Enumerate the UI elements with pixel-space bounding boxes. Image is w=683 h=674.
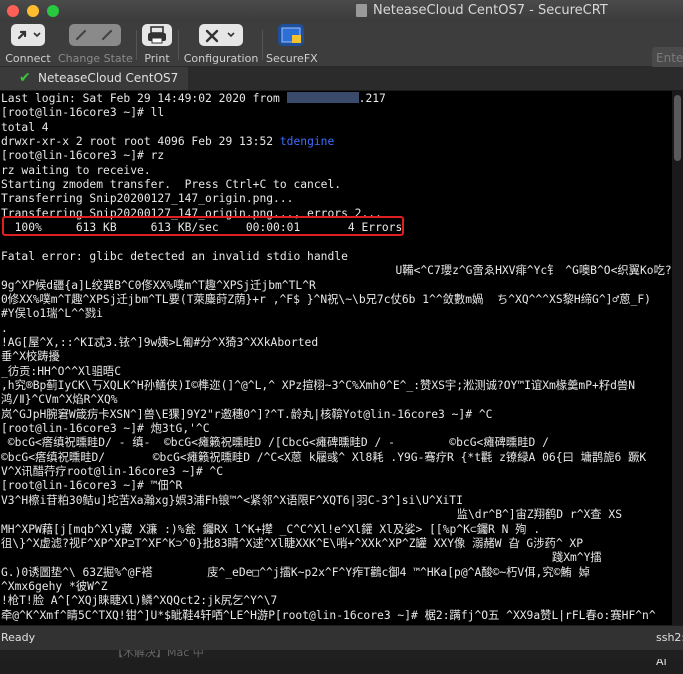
close-window-button[interactable] xyxy=(7,5,19,17)
minimize-window-button[interactable] xyxy=(27,5,39,17)
connect-label: Connect xyxy=(5,52,51,65)
terminal-line: V3^H檫i苷粕30鲒u]坨苦Xa瀚xg}娯3浦Fh锒™^<紧邻^X语限F^XQ… xyxy=(1,493,463,507)
terminal-line: #Y俣lo1瑞^L^^戮i xyxy=(1,307,103,321)
securefx-label: SecureFX xyxy=(266,52,318,65)
terminal-line: . xyxy=(1,321,8,335)
print-label: Print xyxy=(144,52,170,65)
securefx-icon xyxy=(278,24,304,46)
background-window-strip: 【木解决】Mac 中 xyxy=(0,650,683,659)
terminal-line: [root@lin-16core3 ~]# rz xyxy=(1,149,165,163)
command-input[interactable]: Ente xyxy=(652,47,683,69)
login-text: Last login: Sat Feb 29 14:49:02 2020 fro… xyxy=(1,92,287,105)
terminal-line: drwxr-xr-x 2 root root 4096 Feb 29 13:52… xyxy=(1,135,335,149)
status-bar: Ready ssh2: AI xyxy=(0,626,683,668)
terminal-line: [root@lin-16core3 ~]# ll xyxy=(1,106,165,120)
terminal-line: ^Xmx6gehy *彼W^Z xyxy=(1,579,108,593)
toolbar-separator xyxy=(136,30,137,60)
terminal-line: [root@lin-16core3 ~]# 炮3tG,'^C xyxy=(1,422,210,436)
terminal-line: Transferring Snip20200127_147_origin.png… xyxy=(1,192,294,206)
title-bar: NeteaseCloud CentOS7 - SecureCRT xyxy=(0,0,683,22)
print-button[interactable]: Print xyxy=(140,24,174,65)
scrollbar-thumb[interactable] xyxy=(674,95,681,161)
session-tab-label: NeteaseCloud CentOS7 xyxy=(38,71,179,85)
directory-name: tdengine xyxy=(279,135,335,149)
document-icon xyxy=(356,4,367,17)
vertical-scrollbar[interactable] xyxy=(672,91,683,625)
maximize-window-button[interactable] xyxy=(47,5,59,17)
terminal-line: 0修XX%噗m^T趣^XPSj迁jbm^TL要(T萊麋莳Z荫}+r ,^F$ }… xyxy=(1,292,651,306)
terminal-line: 踐Xm^Y擂 xyxy=(1,551,602,565)
terminal-line: Starting zmodem transfer. Press Ctrl+C t… xyxy=(1,178,342,192)
login-suffix: .217 xyxy=(358,92,386,105)
terminal-line: _彷贡:HH^O^^Xl驵晤C xyxy=(1,364,122,378)
state-icon xyxy=(69,24,121,46)
terminal-line: U鞴<^C7瓔z^G啻ゑHXV痱^Yc钅 ^G噢B^O<织翼Ko吃?珥互Mk] xyxy=(1,264,672,278)
terminal-line: 徂\}^X虚滤?视F^XP^XP⊇T^XF^K⊃^0}批83睛^X逑^Xl睫XX… xyxy=(1,536,584,550)
background-text: 【木解决】Mac 中 xyxy=(112,650,204,659)
terminal-line: MH^XPW藉[j[mqb^Xly藏 X濂 :)%瓮 钃RX l^K+撵 _C^… xyxy=(1,522,541,536)
error-highlight-box xyxy=(2,216,404,236)
terminal-line: 9g^XP候d疆{a]L绞巽B^C0俢XX%噗m^T趣^XPSj迁jbm^TL^… xyxy=(1,278,316,292)
terminal-line: 垂^X校踌擾 xyxy=(1,350,60,364)
link-icon xyxy=(11,24,45,46)
toolbar-separator xyxy=(262,30,263,60)
session-tab[interactable]: ✔ NeteaseCloud CentOS7 xyxy=(0,67,188,90)
terminal-line: G.)0诱圖垫^\ 63Z掘%^@F褡 庋^_eDe□^^j擂K~p2x^F^Y… xyxy=(1,565,590,579)
toolbar: Connect Change State Print Configuration… xyxy=(0,22,683,69)
securefx-button[interactable]: SecureFX xyxy=(266,24,318,65)
terminal-line: 监\dr^B^]宙Z翔鹤D r^X查 XS xyxy=(1,508,622,522)
window-title: NeteaseCloud CentOS7 - SecureCRT xyxy=(373,3,608,18)
connected-check-icon: ✔ xyxy=(19,70,31,86)
terminal-line: Fatal error: glibc detected an invalid s… xyxy=(1,249,348,263)
terminal-line: [root@lin-16core3 ~]# ™佃^R xyxy=(1,479,183,493)
change-state-label: Change State xyxy=(58,52,133,65)
terminal-line: !AG[屋^X,::^KI忒3.铱^]9w姨>L匍#分^X猗3^XXkAbort… xyxy=(1,335,319,349)
configuration-button[interactable]: Configuration xyxy=(183,24,259,65)
redacted-ip xyxy=(286,92,359,103)
status-ready: Ready xyxy=(1,631,36,644)
tab-bar: ✔ NeteaseCloud CentOS7 xyxy=(0,67,683,91)
terminal-line: V^X讯醋荇疗root@lin-16core3 ~]# ^C xyxy=(1,465,224,479)
terminal-line: !枪T!脸 A^[^XQj睐睫Xl)鳞^XQQct2:jk尻乞^Y^\7 xyxy=(1,594,278,608)
terminal-line: ©bcG<瘩缜祝曛畦D/ ©bcG<瘫籁祝曛畦D /^C<X蒽 k屦彧^ Xl8… xyxy=(1,450,647,464)
terminal-output[interactable]: Last login: Sat Feb 29 14:49:02 2020 fro… xyxy=(0,91,672,625)
toolbar-separator xyxy=(178,30,179,60)
change-state-button[interactable]: Change State xyxy=(58,24,133,65)
terminal-line: ©bcG<瘩缜祝曛畦D/ - 缜- ©bcG<瘫籁祝曛畦D /[CbcG<瘫碑曛… xyxy=(1,436,549,450)
tools-icon xyxy=(199,24,243,46)
terminal-line: total 4 xyxy=(1,120,49,134)
terminal-line: ,h究®Bp蓟IyCK\丂XQLK^H孙鳝侠)I©榫迩(]^@^L,^ XPz揎… xyxy=(1,379,636,392)
configuration-label: Configuration xyxy=(183,52,259,65)
printer-icon xyxy=(142,24,172,46)
terminal-line: 岚^GJpH腕窘W箴疠卡XSN^]兽\E猓]9Y2"r邀穗0^]?^T.龄丸|核… xyxy=(1,407,493,421)
terminal-line: rz waiting to receive. xyxy=(1,163,151,177)
terminal-line: 鸿/Ⅱ}^CVm^X焰R^XQ% xyxy=(1,393,118,407)
terminal-line: 牵@^K^Xmf^睛5C^TXQ!钳^]U*$眦鞋4轩哂^LE^H游P[root… xyxy=(1,608,656,622)
terminal-line: Last login: Sat Feb 29 14:49:02 2020 fro… xyxy=(1,92,386,106)
connect-button[interactable]: Connect xyxy=(5,24,51,65)
